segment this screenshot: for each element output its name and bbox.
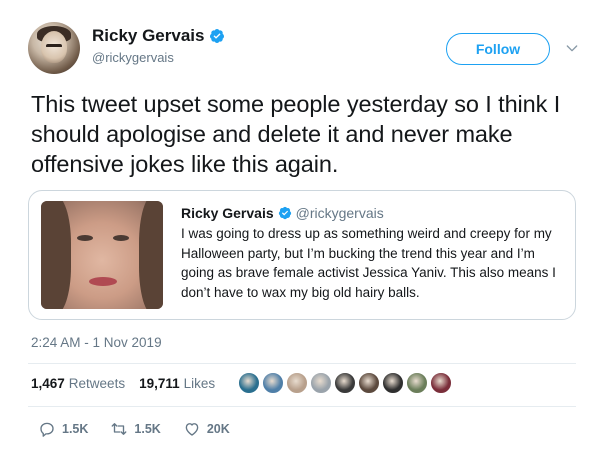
likes-label: Likes [183,376,216,391]
tweet-actions: 1.5K 1.5K 20K [38,420,252,438]
quoted-tweet-image[interactable] [41,201,163,309]
heart-icon [185,423,199,436]
quoted-author-name: Ricky Gervais [181,205,274,221]
likes-count: 19,711 [139,376,180,391]
reply-count: 1.5K [62,422,89,436]
retweet-icon [111,423,127,435]
retweet-button[interactable]: 1.5K [110,420,161,438]
tweet-timestamp[interactable]: 2:24 AM - 1 Nov 2019 [31,335,162,350]
author-names: Ricky Gervais @rickygervais [92,26,225,65]
likes-stat[interactable]: 19,711 Likes [139,376,215,391]
liker-avatar[interactable] [334,372,356,394]
tweet-header: Ricky Gervais @rickygervais Follow [28,22,588,80]
liker-avatars [238,372,454,394]
reply-button[interactable]: 1.5K [38,420,88,438]
retweets-label: Retweets [68,376,126,391]
liker-avatar[interactable] [286,372,308,394]
divider [28,363,576,364]
author-handle[interactable]: @rickygervais [92,50,225,65]
follow-button[interactable]: Follow [446,33,550,65]
tweet-text: This tweet upset some people yesterday s… [31,91,561,177]
quoted-verified-badge-icon [278,206,291,220]
liker-avatar[interactable] [358,372,380,394]
quoted-tweet-body: Ricky Gervais @rickygervais I was going … [181,205,566,302]
author-display-name-text[interactable]: Ricky Gervais [92,26,204,46]
verified-badge-icon [210,29,225,43]
divider [28,406,576,407]
tweet-stats: 1,467 Retweets 19,711 Likes [31,376,229,391]
like-button[interactable]: 20K [183,420,230,438]
quoted-author-handle: @rickygervais [295,205,384,221]
liker-avatar[interactable] [430,372,452,394]
author-display-name[interactable]: Ricky Gervais [92,26,225,46]
liker-avatar[interactable] [310,372,332,394]
chevron-down-icon[interactable] [564,40,580,56]
liker-avatar[interactable] [406,372,428,394]
retweets-stat[interactable]: 1,467 Retweets [31,376,125,391]
author-avatar[interactable] [28,22,80,74]
quoted-tweet[interactable]: Ricky Gervais @rickygervais I was going … [28,190,576,320]
reply-icon [40,422,54,437]
quoted-tweet-text: I was going to dress up as something wei… [181,226,556,300]
liker-avatar[interactable] [262,372,284,394]
liker-avatar[interactable] [382,372,404,394]
like-count: 20K [206,422,230,436]
liker-avatar[interactable] [238,372,260,394]
quoted-tweet-header: Ricky Gervais @rickygervais [181,205,566,221]
retweets-count: 1,467 [31,376,65,391]
retweet-count: 1.5K [134,422,161,436]
